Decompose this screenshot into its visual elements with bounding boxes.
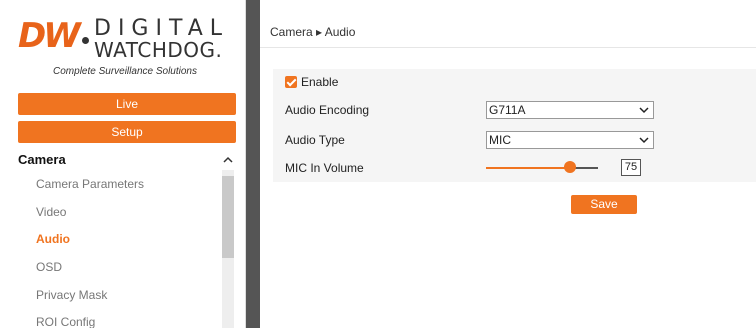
sidebar-item-osd[interactable]: OSD	[36, 260, 62, 274]
sidebar-divider	[246, 0, 260, 328]
breadcrumb: Camera ▸ Audio	[270, 25, 356, 39]
breadcrumb-divider	[260, 47, 756, 48]
save-button[interactable]: Save	[571, 195, 637, 214]
sidebar-item-camera-parameters[interactable]: Camera Parameters	[36, 177, 144, 191]
checkbox-checked-icon[interactable]	[285, 76, 297, 88]
mic-volume-label: MIC In Volume	[285, 161, 364, 175]
mic-volume-slider-handle[interactable]	[564, 161, 576, 173]
main-panel: Camera ▸ Audio Enable Audio Encoding G71…	[260, 0, 756, 328]
sidebar-item-roi-config[interactable]: ROI Config	[36, 315, 95, 328]
logo-tagline: Complete Surveillance Solutions	[53, 66, 197, 77]
chevron-down-icon	[639, 137, 649, 144]
sidebar-item-audio[interactable]: Audio	[36, 232, 70, 246]
section-title-camera[interactable]: Camera	[18, 152, 66, 167]
enable-label: Enable	[301, 75, 339, 89]
live-button[interactable]: Live	[18, 93, 236, 115]
chevron-up-icon[interactable]	[222, 154, 234, 166]
sidebar: DW DIGITAL WATCHDOG. Complete Surveillan…	[0, 0, 246, 328]
sidebar-item-video[interactable]: Video	[36, 205, 66, 219]
mic-volume-value[interactable]: 75	[621, 159, 641, 176]
sidebar-item-privacy-mask[interactable]: Privacy Mask	[36, 288, 107, 302]
enable-checkbox[interactable]: Enable	[285, 75, 338, 89]
audio-type-label: Audio Type	[285, 133, 345, 147]
brand-logo: DW DIGITAL WATCHDOG. Complete Surveillan…	[14, 12, 236, 82]
mic-volume-slider-fill	[486, 167, 570, 169]
sidebar-scrollbar-thumb[interactable]	[222, 176, 234, 258]
audio-type-value: MIC	[489, 133, 511, 147]
audio-encoding-value: G711A	[489, 103, 526, 117]
audio-encoding-select[interactable]: G711A	[486, 101, 654, 119]
logo-mark: DW	[18, 16, 81, 56]
setup-button[interactable]: Setup	[18, 121, 236, 143]
audio-encoding-label: Audio Encoding	[285, 103, 370, 117]
logo-dot	[82, 37, 89, 44]
chevron-down-icon	[639, 107, 649, 114]
mic-volume-slider-track[interactable]	[486, 167, 598, 169]
logo-line2: WATCHDOG.	[94, 38, 223, 62]
audio-type-select[interactable]: MIC	[486, 131, 654, 149]
